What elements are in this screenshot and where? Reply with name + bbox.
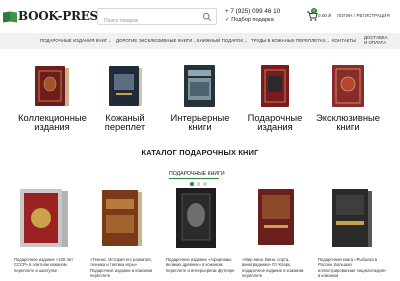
phone-number[interactable]: + 7 (925) 099 46 10 bbox=[225, 8, 280, 15]
nav-label: КНИЖНЫЙ ПОДАРОК bbox=[197, 38, 244, 43]
product-title[interactable]: Подарочное издание «Афоризмы великих дре… bbox=[166, 257, 236, 273]
nav-exclusive-books[interactable]: ДОРОГИЕ ЭКСКЛЮЗИВНЫЕ КНИГИ⌄ bbox=[116, 38, 197, 43]
search-input[interactable] bbox=[98, 13, 196, 29]
category-label: Кожаный переплет bbox=[104, 112, 146, 132]
nav-book-gift[interactable]: КНИЖНЫЙ ПОДАРОК⌄ bbox=[197, 38, 247, 43]
product-title[interactable]: «Теннис. История его развития, техника и… bbox=[90, 257, 160, 279]
category-exclusive[interactable]: Эксклюзивные книги bbox=[316, 62, 380, 131]
product-card[interactable]: «Теннис. История его развития, техника и… bbox=[90, 185, 160, 278]
category-label: Интерьерные книги bbox=[170, 112, 230, 132]
book-exclusive-icon bbox=[328, 62, 368, 110]
nav-delivery[interactable]: ДОСТАВКА И ОПЛАТА bbox=[364, 35, 388, 46]
category-label: Эксклюзивные книги bbox=[316, 112, 380, 132]
gift-pickup-link[interactable]: ✓ Подбор подарка bbox=[225, 17, 280, 23]
search-box bbox=[97, 8, 217, 29]
category-gift[interactable]: Подарочные издания bbox=[247, 62, 303, 131]
product-card[interactable]: Подарочное издание «Афоризмы великих дре… bbox=[166, 185, 236, 273]
book-collectible-icon bbox=[32, 62, 72, 110]
product-image[interactable] bbox=[242, 185, 312, 251]
product-image[interactable] bbox=[318, 185, 388, 251]
category-interior[interactable]: Интерьерные книги bbox=[171, 62, 229, 131]
product-title[interactable]: «Мир вина. Вина, сорта, виноградники» От… bbox=[242, 257, 312, 279]
chevron-down-icon: ⌄ bbox=[244, 39, 248, 43]
chevron-down-icon: ⌄ bbox=[108, 39, 112, 43]
contacts: + 7 (925) 099 46 10 ✓ Подбор подарка bbox=[225, 8, 280, 23]
nav-label: ТРУДЫ В КОЖАНЫХ ПЕРЕПЛЕТАХ bbox=[251, 38, 326, 43]
nav-label: ДОРОГИЕ ЭКСКЛЮЗИВНЫЕ КНИГИ bbox=[116, 38, 193, 43]
book-leather-icon bbox=[105, 62, 145, 110]
category-carousel: Коллекционные издания Кожаный переплет И… bbox=[0, 52, 400, 186]
cart-count-badge: 0 bbox=[311, 8, 317, 14]
tab-underline bbox=[169, 178, 219, 179]
product-title[interactable]: Подарочное издание «100 лет СССР» в элит… bbox=[14, 257, 84, 273]
category-collectible[interactable]: Коллекционные издания bbox=[18, 62, 87, 131]
catalog-title: КАТАЛОГ ПОДАРОЧНЫХ КНИГ bbox=[141, 148, 259, 157]
product-title[interactable]: Подарочная книга «Рыбалка в России. Боль… bbox=[318, 257, 388, 279]
chevron-down-icon: ⌄ bbox=[326, 39, 330, 43]
nav-leather-works[interactable]: ТРУДЫ В КОЖАНЫХ ПЕРЕПЛЕТАХ⌄ bbox=[251, 38, 330, 43]
product-image[interactable] bbox=[166, 185, 236, 251]
product-card[interactable]: «Мир вина. Вина, сорта, виноградники» От… bbox=[242, 185, 312, 278]
nav-label: КОНТАКТЫ bbox=[332, 38, 356, 43]
product-card[interactable]: Подарочное издание «100 лет СССР» в элит… bbox=[14, 185, 84, 273]
book-gift-icon bbox=[255, 62, 295, 110]
login-link[interactable]: ЛОГИН / РЕГИСТРАЦИЯ bbox=[337, 13, 390, 18]
category-leather[interactable]: Кожаный переплет bbox=[97, 62, 153, 131]
nav-contacts[interactable]: КОНТАКТЫ bbox=[332, 38, 356, 43]
nav-label: ПОДАРОЧНЫЕ ИЗДАНИЯ КНИГ bbox=[40, 38, 108, 43]
main-nav: ПОДАРОЧНЫЕ ИЗДАНИЯ КНИГ⌄ ДОРОГИЕ ЭКСКЛЮЗ… bbox=[0, 33, 400, 49]
product-image[interactable] bbox=[14, 185, 84, 251]
nav-gift-editions[interactable]: ПОДАРОЧНЫЕ ИЗДАНИЯ КНИГ⌄ bbox=[40, 38, 111, 43]
cart-sum[interactable]: 0.00 ₽ bbox=[318, 13, 331, 19]
tab-gift-books[interactable]: ПОДАРОЧНЫЕ КНИГИ bbox=[169, 171, 225, 177]
category-label: Подарочные издания bbox=[247, 112, 303, 132]
nav-label: И ОПЛАТА bbox=[364, 40, 387, 46]
product-image[interactable] bbox=[90, 185, 160, 251]
product-card[interactable]: Подарочная книга «Рыбалка в России. Боль… bbox=[318, 185, 388, 278]
category-label: Коллекционные издания bbox=[18, 112, 87, 132]
book-hermitage-icon bbox=[180, 62, 220, 110]
book-logo-icon bbox=[3, 11, 17, 22]
search-icon[interactable] bbox=[202, 12, 212, 22]
header: BOOK-PRESENT + 7 (925) 099 46 10 ✓ Подбо… bbox=[0, 0, 400, 33]
